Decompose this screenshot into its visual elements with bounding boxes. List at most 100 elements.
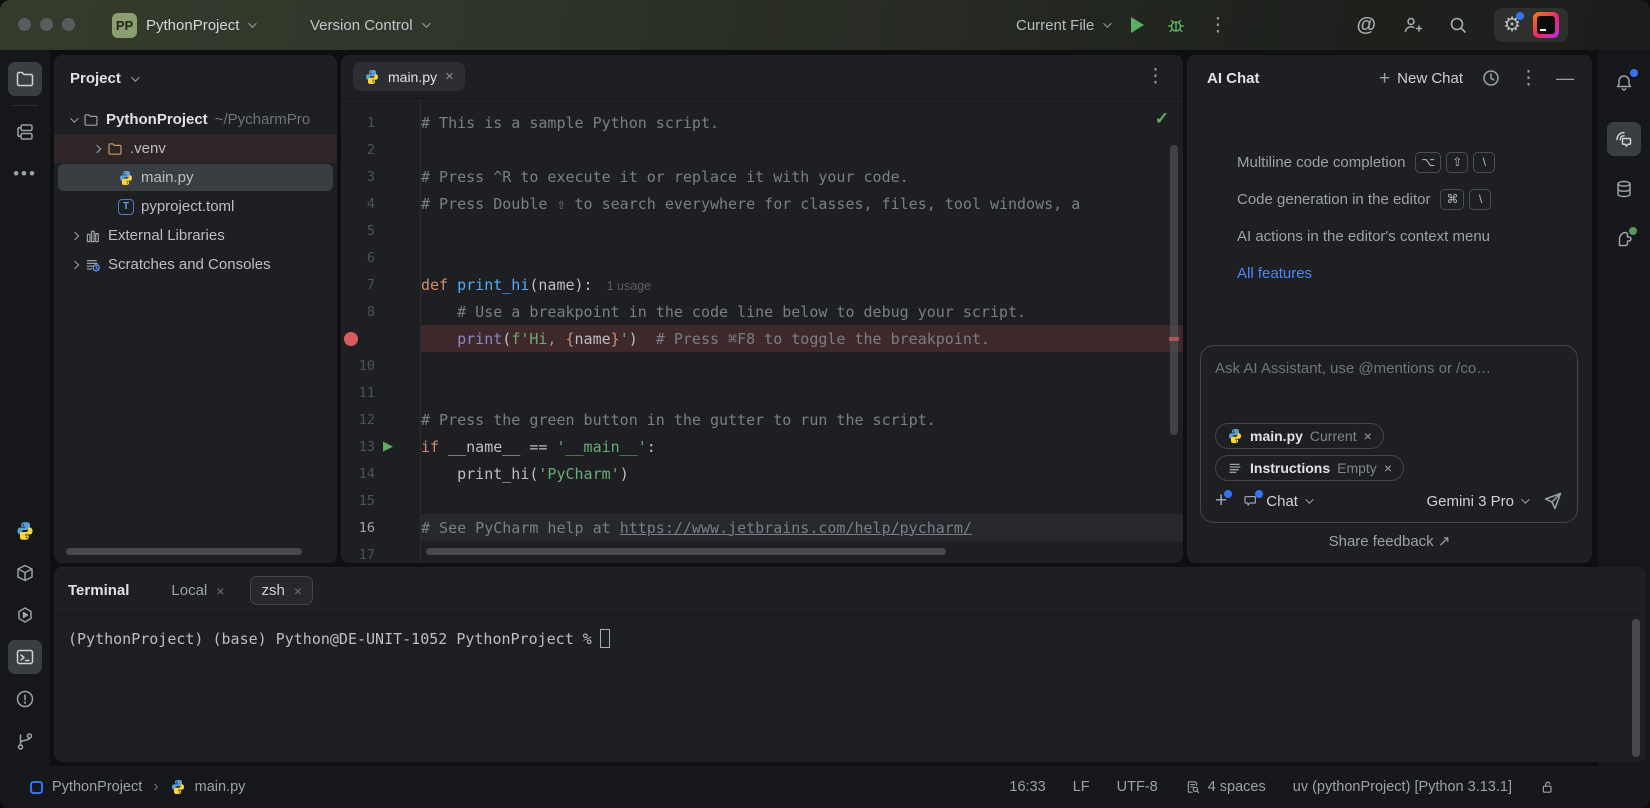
minimize-window-button[interactable] bbox=[40, 18, 53, 31]
settings-gear-icon[interactable]: ⚙ bbox=[1503, 15, 1521, 35]
chat-mode-selector[interactable]: Chat bbox=[1243, 493, 1311, 510]
code-line[interactable]: 5 bbox=[341, 217, 1183, 244]
database-tool-button[interactable] bbox=[1607, 172, 1641, 206]
zoom-window-button[interactable] bbox=[62, 18, 75, 31]
code-line[interactable]: 4# Press Double ⇧ to search everywhere f… bbox=[341, 190, 1183, 217]
code-with-me-icon[interactable] bbox=[1402, 15, 1422, 35]
tree-item-pyproject-toml[interactable]: T pyproject.toml bbox=[54, 192, 337, 221]
line-separator-widget[interactable]: LF bbox=[1073, 779, 1090, 795]
run-gutter-icon[interactable]: ▶ bbox=[383, 438, 393, 454]
usage-inlay-hint[interactable]: 1 usage bbox=[607, 279, 651, 293]
encoding-widget[interactable]: UTF-8 bbox=[1117, 779, 1158, 795]
code-line[interactable]: 7def print_hi(name):1 usage bbox=[341, 271, 1183, 298]
run-button[interactable] bbox=[1131, 17, 1144, 33]
send-icon[interactable] bbox=[1543, 491, 1563, 511]
tree-item-scratches[interactable]: Scratches and Consoles bbox=[54, 250, 337, 279]
share-feedback-link[interactable]: Share feedback ↗ bbox=[1187, 532, 1592, 550]
breakpoint-dot[interactable] bbox=[344, 332, 358, 346]
terminal-tab-zsh[interactable]: zsh× bbox=[250, 576, 313, 605]
code-line[interactable]: 1# This is a sample Python script. bbox=[341, 109, 1183, 136]
close-tab-icon[interactable]: × bbox=[445, 68, 454, 85]
code-line[interactable]: 3# Press ^R to execute it or replace it … bbox=[341, 163, 1183, 190]
code-line[interactable]: 12# Press the green button in the gutter… bbox=[341, 406, 1183, 433]
terminal-tool-button[interactable] bbox=[8, 640, 42, 674]
model-selector[interactable]: Gemini 3 Pro bbox=[1426, 493, 1527, 510]
editor-tab-bar: main.py × ⋮ bbox=[341, 55, 1183, 99]
horizontal-scrollbar[interactable] bbox=[66, 548, 302, 555]
close-window-button[interactable] bbox=[18, 18, 31, 31]
code-line[interactable]: 16# See PyCharm help at https://www.jetb… bbox=[341, 514, 1183, 541]
ai-chat-options-button[interactable]: ⋮ bbox=[1519, 69, 1538, 88]
version-control-tool-button[interactable] bbox=[8, 724, 42, 758]
search-everywhere-icon[interactable] bbox=[1448, 15, 1468, 35]
plugins-tool-button[interactable] bbox=[1607, 222, 1641, 256]
tree-item-external-libraries[interactable]: External Libraries bbox=[54, 221, 337, 250]
run-configuration-selector[interactable]: Current File bbox=[1016, 17, 1109, 34]
remove-chip-icon[interactable]: × bbox=[1364, 428, 1372, 444]
code-line[interactable]: 13▶if __name__ == '__main__': bbox=[341, 433, 1183, 460]
inspection-ok-icon[interactable]: ✓ bbox=[1155, 109, 1169, 129]
new-chat-button[interactable]: + New Chat bbox=[1379, 69, 1463, 88]
more-tools-button[interactable]: ••• bbox=[8, 157, 42, 191]
collapse-chevron-icon[interactable] bbox=[71, 260, 79, 268]
editor-options-button[interactable]: ⋮ bbox=[1146, 67, 1165, 86]
terminal-tab-local[interactable]: Local× bbox=[161, 577, 234, 604]
code-editor[interactable]: 1# This is a sample Python script.23# Pr… bbox=[341, 99, 1183, 562]
problems-tool-button[interactable] bbox=[8, 682, 42, 716]
ai-chat-input[interactable] bbox=[1215, 360, 1563, 377]
interpreter-widget[interactable]: uv (pythonProject) [Python 3.13.1] bbox=[1293, 779, 1512, 795]
breadcrumb-project[interactable]: PythonProject bbox=[52, 779, 142, 795]
debug-button[interactable] bbox=[1166, 15, 1186, 35]
code-line[interactable]: 10 bbox=[341, 352, 1183, 379]
python-console-tool-button[interactable] bbox=[8, 514, 42, 548]
context-chip-instructions[interactable]: Instructions Empty × bbox=[1215, 455, 1404, 481]
ai-assistant-tool-button[interactable] bbox=[1607, 122, 1641, 156]
services-tool-button[interactable] bbox=[8, 598, 42, 632]
indent-widget[interactable]: 4 spaces bbox=[1185, 779, 1266, 795]
breadcrumb-file[interactable]: main.py bbox=[195, 779, 246, 795]
project-tool-button[interactable] bbox=[8, 62, 42, 96]
expand-chevron-icon[interactable] bbox=[70, 114, 78, 122]
code-line[interactable]: 14 print_hi('PyCharm') bbox=[341, 460, 1183, 487]
keycap: \ bbox=[1469, 189, 1491, 210]
close-tab-icon[interactable]: × bbox=[294, 583, 302, 599]
chat-history-button[interactable] bbox=[1481, 68, 1501, 88]
code-line[interactable]: 8 # Use a breakpoint in the code line be… bbox=[341, 298, 1183, 325]
notifications-tool-button[interactable] bbox=[1607, 66, 1641, 100]
error-stripe-mark[interactable] bbox=[1169, 337, 1179, 341]
code-line[interactable]: 6 bbox=[341, 244, 1183, 271]
python-packages-tool-button[interactable] bbox=[8, 556, 42, 590]
caret-position-widget[interactable]: 16:33 bbox=[1009, 779, 1045, 795]
more-run-options-button[interactable]: ⋮ bbox=[1208, 16, 1227, 35]
code-line[interactable]: 15 bbox=[341, 487, 1183, 514]
remove-chip-icon[interactable]: × bbox=[1384, 460, 1392, 476]
pycharm-logo-icon[interactable] bbox=[1533, 12, 1559, 38]
project-menu[interactable]: PP PythonProject bbox=[112, 0, 254, 50]
tree-item-main-py[interactable]: main.py bbox=[54, 163, 337, 192]
terminal-panel-title[interactable]: Terminal bbox=[68, 582, 129, 599]
editor-tab-main-py[interactable]: main.py × bbox=[353, 62, 465, 91]
tree-item-venv[interactable]: .venv bbox=[54, 134, 337, 163]
collapse-chevron-icon[interactable] bbox=[93, 144, 101, 152]
hide-panel-button[interactable]: — bbox=[1556, 69, 1574, 87]
commit-tool-button[interactable] bbox=[8, 115, 42, 149]
ai-assistant-prompt-icon[interactable]: @ bbox=[1357, 14, 1377, 37]
collapse-chevron-icon[interactable] bbox=[71, 231, 79, 239]
vcs-menu[interactable]: Version Control bbox=[310, 0, 428, 50]
horizontal-scrollbar[interactable] bbox=[426, 548, 946, 555]
tree-item-label: External Libraries bbox=[108, 227, 225, 244]
tree-item-project-root[interactable]: PythonProject ~/PycharmPro bbox=[54, 105, 337, 134]
close-tab-icon[interactable]: × bbox=[216, 583, 224, 599]
vertical-scrollbar[interactable] bbox=[1170, 145, 1178, 435]
code-line[interactable]: 11 bbox=[341, 379, 1183, 406]
unlocked-icon[interactable] bbox=[1539, 779, 1555, 795]
code-line[interactable]: print(f'Hi, {name}') # Press ⌘F8 to togg… bbox=[341, 325, 1183, 352]
attach-context-button[interactable]: + bbox=[1215, 490, 1227, 512]
code-line[interactable]: 2 bbox=[341, 136, 1183, 163]
context-chip-main-py[interactable]: main.py Current × bbox=[1215, 423, 1384, 449]
all-features-link[interactable]: All features bbox=[1237, 265, 1312, 282]
chevron-down-icon[interactable] bbox=[131, 73, 139, 81]
ai-chat-input-box[interactable]: main.py Current × Instructions Empty × +… bbox=[1200, 345, 1578, 523]
vertical-scrollbar[interactable] bbox=[1632, 619, 1640, 757]
terminal-output[interactable]: (PythonProject) (base) Python@DE-UNIT-10… bbox=[54, 615, 1646, 662]
